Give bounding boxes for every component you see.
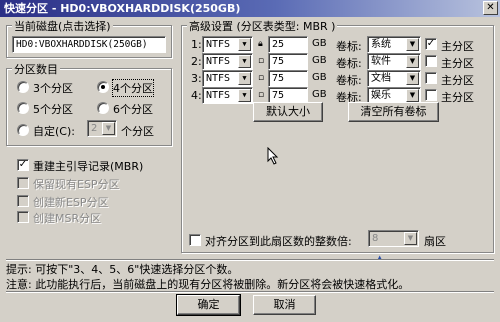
radio-4-label: 4个分区 [112,79,154,97]
primary-partition-checkbox[interactable] [425,72,437,84]
create-esp-checkbox[interactable] [17,195,29,207]
create-esp-label: 创建新ESP分区 [33,196,109,209]
volume-label-value: 娱乐 [371,90,391,101]
chevron-down-icon: ▼ [406,38,419,51]
primary-partition-label: 主分区 [441,57,474,70]
clear-labels-button[interactable]: 清空所有卷标 [348,102,439,122]
lock-icon[interactable]: ▫ [258,56,267,66]
chevron-down-icon: ▼ [404,232,417,245]
custom-count-select[interactable]: 2 ▼ [87,120,117,137]
partition-index: 4: [191,89,202,102]
volume-label-select[interactable]: 文档 ▼ [367,70,421,87]
align-sectors-select[interactable]: 8 ▼ [368,230,419,247]
create-msr-checkbox[interactable] [17,211,29,223]
partition-index: 2: [191,55,202,68]
primary-partition-checkbox[interactable] [425,89,437,101]
cancel-button[interactable]: 取消 [253,295,316,315]
size-unit: GB [312,72,327,83]
chevron-down-icon: ▼ [406,89,419,102]
lock-icon[interactable]: ▫ [258,90,267,100]
chevron-down-icon: ▼ [238,38,251,51]
filesystem-select[interactable]: NTFS ▼ [202,53,253,70]
radio-6-label: 6个分区 [113,103,153,116]
align-sectors-value: 8 [372,233,379,244]
chevron-down-icon: ▼ [406,55,419,68]
partition-count-legend: 分区数目 [12,61,60,77]
volume-label-value: 系统 [371,39,391,50]
current-disk-legend: 当前磁盘(点击选择) [12,18,113,34]
align-sectors-label: 对齐分区到此扇区数的整数倍: [205,235,352,248]
filesystem-value: NTFS [206,56,231,67]
radio-custom-label: 自定(C): [33,125,75,138]
custom-count-suffix: 个分区 [121,125,154,138]
filesystem-select[interactable]: NTFS ▼ [202,87,253,104]
current-disk-group: 当前磁盘(点击选择) HD0:VBOXHARDDISK(250GB) [6,18,172,58]
size-unit: GB [312,38,327,49]
rebuild-mbr-label: 重建主引导记录(MBR) [33,160,144,173]
title-bar: 快速分区 - HD0:VBOXHARDDISK(250GB) ✕ [0,0,500,17]
advanced-settings-legend: 高级设置 (分区表类型: MBR ) [187,18,338,34]
volume-label-value: 软件 [371,56,391,67]
radio-3-partitions[interactable] [17,81,29,93]
volume-label-caption: 卷标: [336,40,362,53]
keep-esp-checkbox[interactable] [17,177,29,189]
lock-icon[interactable]: ▫ [258,73,267,83]
lock-icon[interactable]: 🔒︎ [258,39,267,49]
chevron-down-icon: ▼ [102,122,115,135]
window-title: 快速分区 - HD0:VBOXHARDDISK(250GB) [4,2,241,15]
size-unit: GB [312,55,327,66]
size-input[interactable]: 75 [268,53,308,70]
filesystem-select[interactable]: NTFS ▼ [202,70,253,87]
custom-count-value: 2 [91,123,98,134]
volume-label-caption: 卷标: [336,74,362,87]
partition-count-group: 分区数目 3个分区 4个分区 5个分区 6个分区 自定(C): 2 ▼ 个分区 [6,61,172,146]
filesystem-value: NTFS [206,73,231,84]
volume-label-select[interactable]: 系统 ▼ [367,36,421,53]
radio-5-label: 5个分区 [33,103,73,116]
size-input[interactable]: 25 [268,36,308,53]
primary-partition-checkbox[interactable] [425,55,437,67]
size-unit: GB [312,89,327,100]
radio-custom[interactable] [17,124,29,136]
mouse-pointer-icon [267,147,279,165]
primary-partition-label: 主分区 [441,91,474,104]
chevron-down-icon: ▼ [238,72,251,85]
volume-label-value: 文档 [371,73,391,84]
partition-index: 3: [191,72,202,85]
radio-4-partitions[interactable] [97,81,109,93]
volume-label-select[interactable]: 软件 ▼ [367,53,421,70]
create-msr-label: 创建MSR分区 [33,212,102,225]
radio-5-partitions[interactable] [17,102,29,114]
filesystem-value: NTFS [206,39,231,50]
divider [6,291,494,293]
chevron-down-icon: ▼ [238,89,251,102]
primary-partition-checkbox[interactable]: ✓ [425,38,437,50]
partition-index: 1: [191,38,202,51]
volume-label-caption: 卷标: [336,57,362,70]
advanced-settings-group: 高级设置 (分区表类型: MBR ) 1: NTFS ▼ 🔒︎ 25 GB 卷标… [181,18,494,253]
default-size-button[interactable]: 默认大小 [253,102,323,122]
chevron-down-icon: ▼ [406,72,419,85]
close-icon[interactable]: ✕ [483,1,498,15]
rebuild-mbr-checkbox[interactable]: ✓ [17,159,29,171]
quick-partition-dialog: 快速分区 - HD0:VBOXHARDDISK(250GB) ✕ 当前磁盘(点击… [0,0,500,322]
hint-text: 提示: 可按下"3、4、5、6"快速选择分区个数。 [6,263,239,276]
chevron-down-icon: ▼ [238,55,251,68]
primary-partition-label: 主分区 [441,40,474,53]
keep-esp-label: 保留现有ESP分区 [33,178,120,191]
radio-6-partitions[interactable] [97,102,109,114]
ok-button[interactable]: 确定 [176,294,241,316]
filesystem-select[interactable]: NTFS ▼ [202,36,253,53]
align-sectors-suffix: 扇区 [424,235,446,248]
note-text: 注意: 此功能执行后，当前磁盘上的现有分区将被删除。新分区将会被快速格式化。 [6,278,410,291]
align-sectors-checkbox[interactable] [189,234,201,246]
radio-3-label: 3个分区 [33,82,73,95]
filesystem-value: NTFS [206,90,231,101]
size-input[interactable]: 75 [268,70,308,87]
primary-partition-label: 主分区 [441,74,474,87]
current-disk-field[interactable]: HD0:VBOXHARDDISK(250GB) [12,36,166,53]
